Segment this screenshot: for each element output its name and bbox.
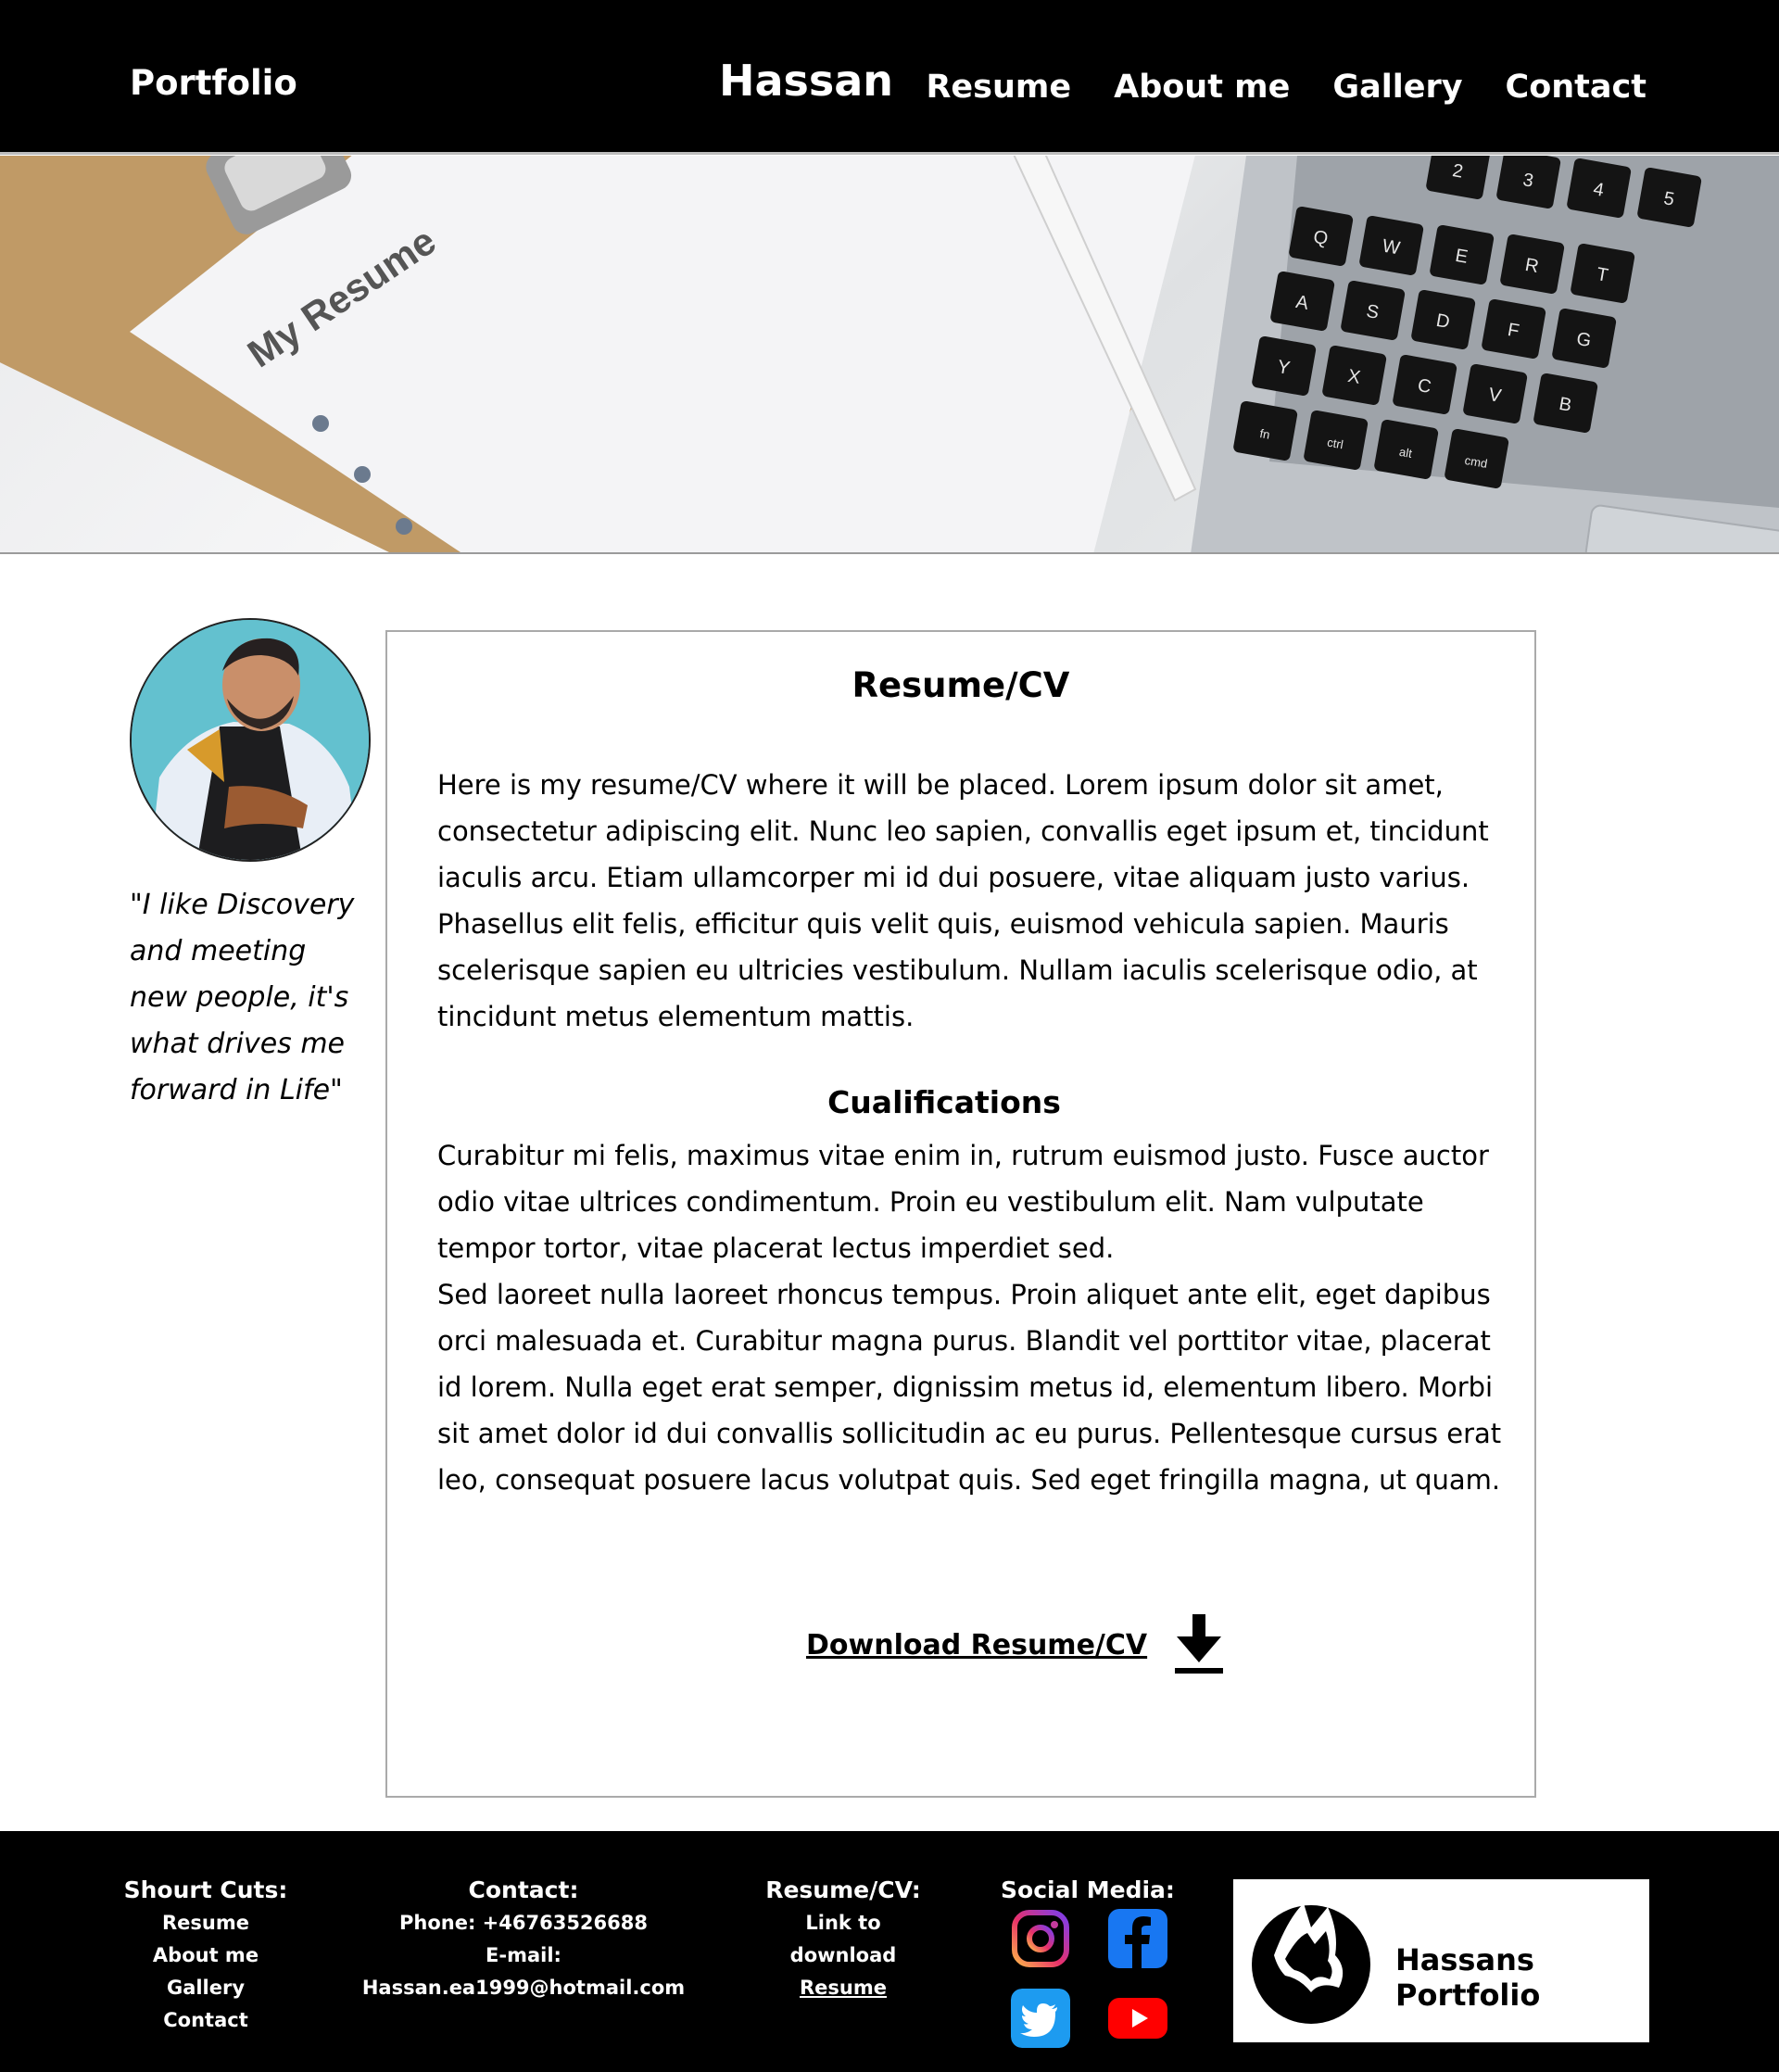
keyboard-key: alt bbox=[1374, 419, 1439, 479]
paper-bullet bbox=[354, 466, 371, 483]
keyboard-key: G bbox=[1552, 308, 1617, 368]
footer-link-about-me[interactable]: About me bbox=[111, 1939, 300, 1972]
keyboard-key: R bbox=[1500, 234, 1565, 294]
resume-title: Resume/CV bbox=[852, 665, 1070, 705]
keyboard-key: T bbox=[1571, 243, 1635, 303]
keyboard-key: fn bbox=[1233, 400, 1298, 461]
keyboard-key: E bbox=[1430, 224, 1495, 284]
download-row: Download Resume/CV bbox=[806, 1614, 1225, 1675]
keyboard-key: B bbox=[1533, 373, 1598, 433]
keyboard-key: Q bbox=[1289, 206, 1354, 266]
paper-bullet bbox=[396, 518, 412, 535]
keyboard-key: D bbox=[1411, 289, 1476, 349]
keyboard-key: cmd bbox=[1445, 428, 1509, 488]
nav-resume[interactable]: Resume bbox=[926, 69, 1071, 106]
resume-intro: Here is my resume/CV where it will be pl… bbox=[437, 769, 1489, 1032]
twitter-icon[interactable] bbox=[1011, 1989, 1070, 2048]
contact-phone: Phone: +46763526688 bbox=[399, 1912, 648, 1934]
footer-resume: Resume/CV: Link to download Resume bbox=[760, 1874, 927, 2004]
contact-title: Contact: bbox=[468, 1876, 579, 1903]
keyboard-key: W bbox=[1359, 215, 1424, 275]
main-nav: Resume About me Gallery Contact bbox=[926, 69, 1647, 106]
nav-gallery[interactable]: Gallery bbox=[1332, 69, 1462, 106]
footer-logo[interactable]: Hassans Portfolio bbox=[1233, 1879, 1649, 2042]
download-icon[interactable] bbox=[1173, 1614, 1225, 1675]
keyboard-key: Y bbox=[1252, 335, 1317, 396]
keyboard-key: V bbox=[1463, 363, 1528, 423]
resume-footer-title: Resume/CV: bbox=[765, 1876, 921, 1903]
download-resume-link[interactable]: Download Resume/CV bbox=[806, 1629, 1147, 1661]
qualifications-paragraph-1: Curabitur mi felis, maximus vitae enim i… bbox=[437, 1140, 1489, 1264]
footer-shortcuts: Shourt Cuts: Resume About me Gallery Con… bbox=[111, 1874, 300, 2037]
wolf-logo-icon bbox=[1252, 1903, 1370, 2024]
contact-email[interactable]: E-mail: Hassan.ea1999@hotmail.com bbox=[324, 1939, 723, 2004]
qualifications-paragraph-2: Sed laoreet nulla laoreet rhoncus tempus… bbox=[437, 1279, 1502, 1496]
youtube-icon[interactable] bbox=[1108, 1989, 1167, 2048]
keyboard-key: S bbox=[1341, 280, 1406, 340]
footer-contact: Contact: Phone: +46763526688 E-mail: Has… bbox=[324, 1874, 723, 2004]
resume-footer-line: Link to bbox=[805, 1912, 881, 1934]
resume-footer-line: download bbox=[789, 1944, 897, 1966]
keyboard-key: F bbox=[1482, 298, 1546, 359]
paper-bullet bbox=[312, 415, 329, 432]
nav-about-me[interactable]: About me bbox=[1114, 69, 1290, 106]
hero-illustration: My Resume 2 3 4 5Q W E R TA S D F GY X C V Bfnctrlaltcm… bbox=[0, 156, 1779, 552]
svg-text:ctrl: ctrl bbox=[1326, 436, 1344, 452]
hero-banner-image: My Resume 2 3 4 5 Q W E R T A S D F G Y X C V Bfn ctrl alt cm… bbox=[0, 156, 1779, 554]
nav-contact[interactable]: Contact bbox=[1506, 69, 1647, 106]
social-title: Social Media: bbox=[1001, 1876, 1175, 1903]
shortcuts-title: Shourt Cuts: bbox=[123, 1876, 288, 1903]
avatar-portrait bbox=[132, 620, 369, 860]
resume-card: Resume/CV Here is my resume/CV where it … bbox=[385, 630, 1536, 1798]
facebook-icon[interactable] bbox=[1108, 1909, 1167, 1968]
footer-social: Social Media: bbox=[999, 1874, 1177, 1907]
qualifications-title: Cualifications bbox=[827, 1084, 1061, 1120]
footer-link-resume[interactable]: Resume bbox=[111, 1907, 300, 1939]
keyboard-key: X bbox=[1322, 345, 1387, 405]
profile-avatar bbox=[130, 618, 371, 862]
profile-quote: "I like Discovery and meeting new people… bbox=[130, 889, 355, 1106]
footer-link-contact[interactable]: Contact bbox=[111, 2004, 300, 2037]
keyboard-key: ctrl bbox=[1304, 410, 1369, 470]
footer-link-gallery[interactable]: Gallery bbox=[111, 1972, 300, 2004]
keyboard-key: C bbox=[1393, 354, 1457, 414]
instagram-icon[interactable] bbox=[1011, 1909, 1070, 1968]
keyboard-key: 4 bbox=[1567, 158, 1632, 218]
svg-text:W: W bbox=[1381, 235, 1402, 259]
keyboard-key: A bbox=[1270, 271, 1335, 331]
keyboard-key: 5 bbox=[1637, 167, 1702, 227]
site-header: Portfolio Hassan Resume About me Gallery… bbox=[0, 0, 1779, 155]
footer-logo-text: Hassans Portfolio bbox=[1395, 1942, 1541, 2013]
footer-resume-link[interactable]: Resume bbox=[760, 1972, 927, 2004]
